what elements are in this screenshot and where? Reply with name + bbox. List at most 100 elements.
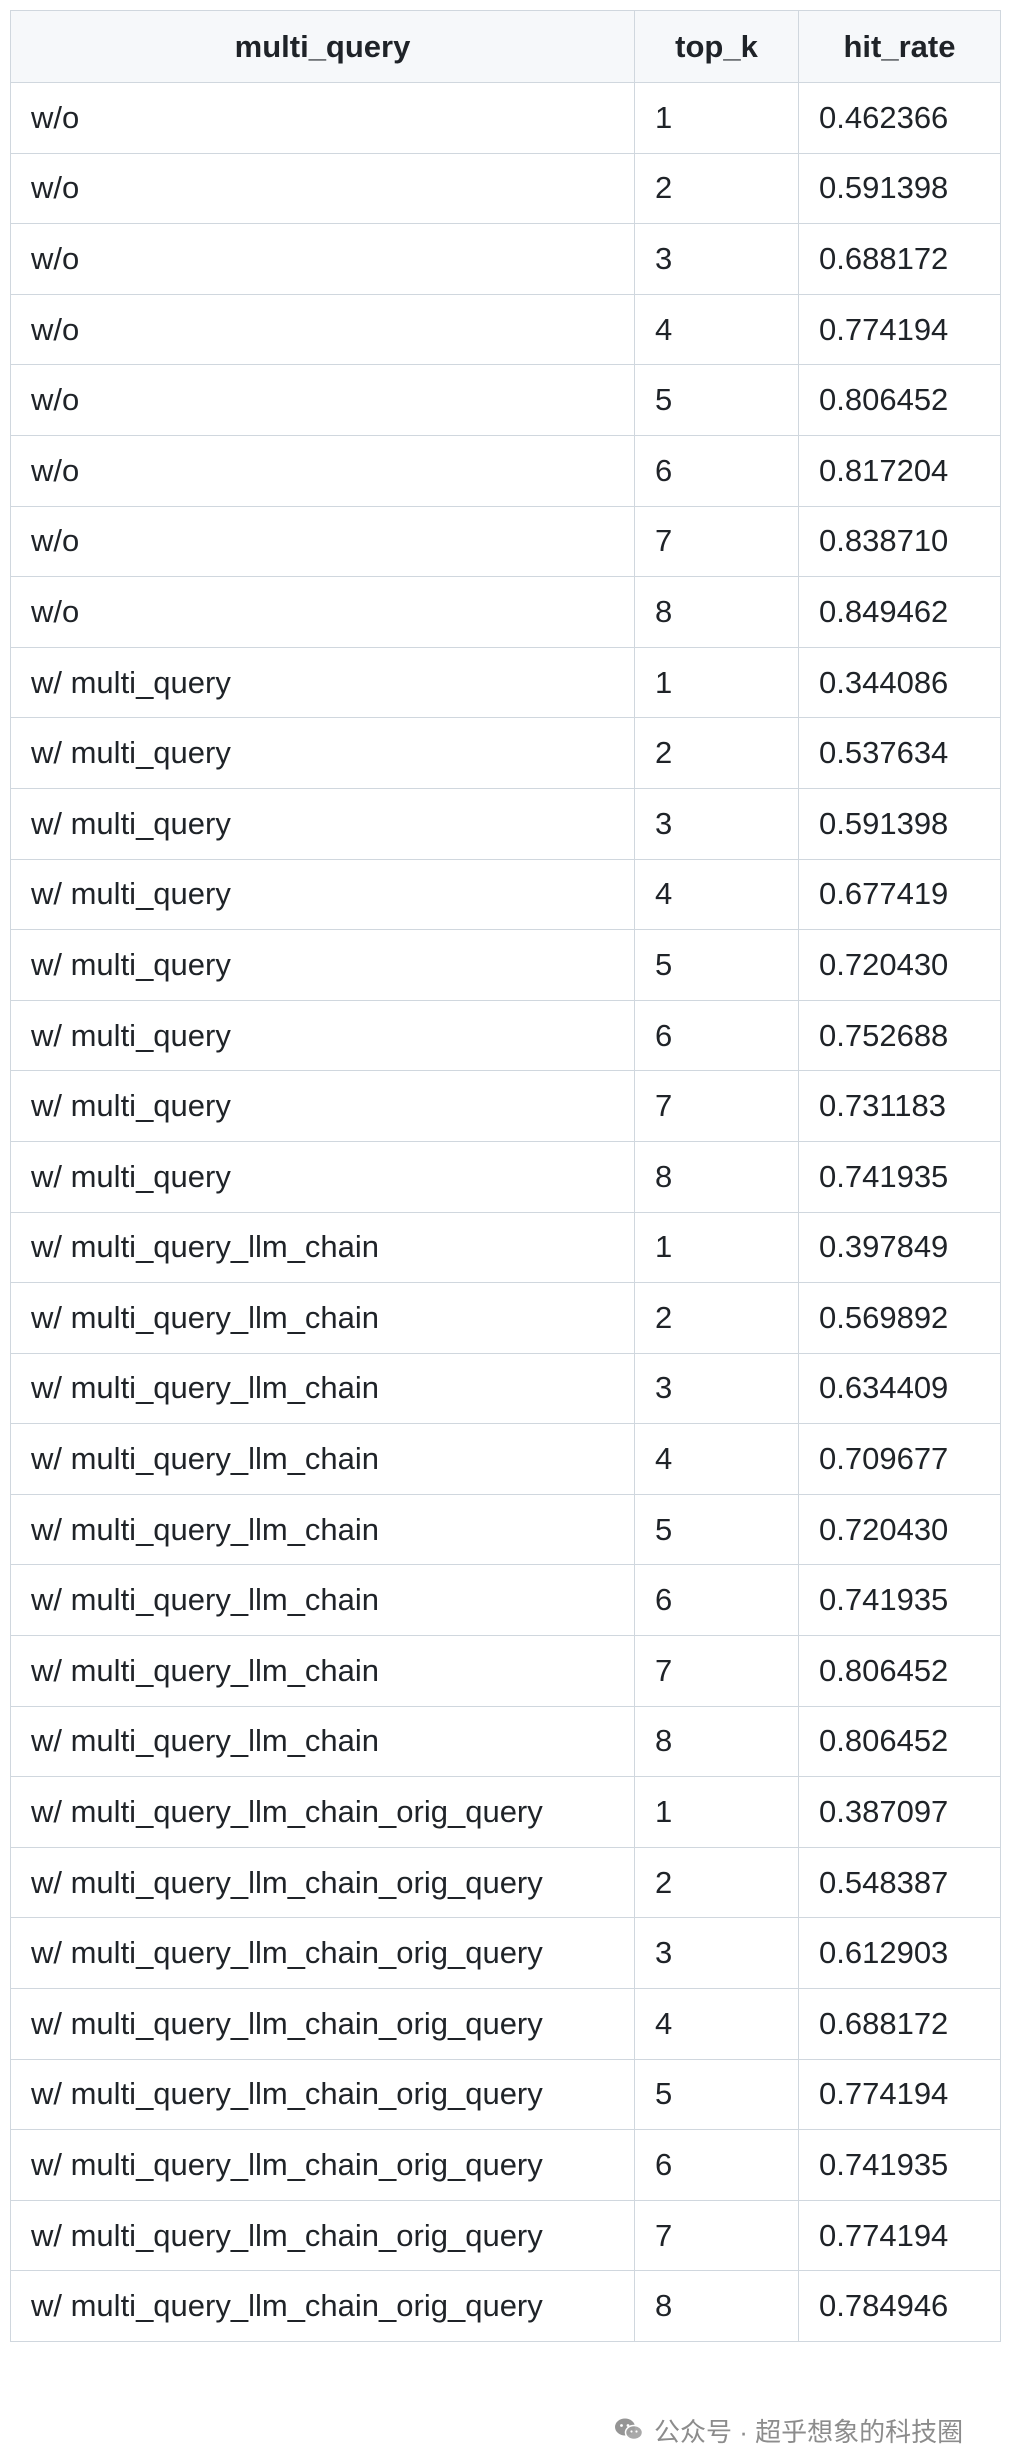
watermark-text: 公众号 · 超乎想象的科技圈 (654, 2416, 964, 2447)
cell-multi-query: w/ multi_query (10, 1070, 635, 1142)
table-row: w/ multi_query_llm_chain_orig_query 3 0.61… (10, 1917, 1001, 1990)
cell-hit-rate: 0.720430 (798, 1493, 1001, 1566)
cell-hit-rate: 0.591398 (798, 152, 1001, 225)
cell-top-k: 8 (634, 1705, 799, 1778)
table-row: w/o 7 0.838710 (10, 505, 1001, 578)
cell-hit-rate: 0.774194 (798, 293, 1001, 366)
cell-top-k: 2 (634, 1846, 799, 1919)
cell-top-k: 7 (634, 1635, 799, 1707)
table-row: w/ multi_query_llm_chain_orig_query 8 0.78… (10, 2270, 1001, 2342)
cell-multi-query: w/ multi_query (10, 717, 635, 789)
cell-hit-rate: 0.591398 (798, 787, 1001, 860)
cell-multi-query: w/ multi_query_llm_chain (10, 1211, 635, 1284)
cell-multi-query: w/ multi_query_llm_chain (10, 1423, 635, 1495)
cell-hit-rate: 0.344086 (798, 646, 1001, 719)
cell-hit-rate: 0.634409 (798, 1352, 1001, 1425)
wechat-icon (615, 2418, 644, 2441)
cell-hit-rate: 0.741935 (798, 1564, 1001, 1637)
cell-top-k: 3 (634, 1917, 799, 1990)
table-body: w/o 1 0.462366 w/o 2 0.591398 w/o 3 0.688172 w/o 4… (10, 82, 1001, 2342)
table-row: w/o 4 0.774194 (10, 293, 1001, 366)
table-row: w/ multi_query_llm_chain 6 0.741935 (10, 1564, 1001, 1637)
cell-multi-query: w/o (10, 152, 635, 225)
cell-hit-rate: 0.397849 (798, 1211, 1001, 1284)
cell-multi-query: w/o (10, 434, 635, 507)
cell-multi-query: w/ multi_query (10, 646, 635, 719)
cell-multi-query: w/ multi_query_llm_chain_orig_query (10, 2199, 635, 2272)
table-row: w/ multi_query 6 0.752688 (10, 999, 1001, 1072)
table-row: w/o 8 0.849462 (10, 576, 1001, 648)
cell-hit-rate: 0.849462 (798, 576, 1001, 648)
cell-multi-query: w/o (10, 82, 635, 154)
cell-hit-rate: 0.774194 (798, 2199, 1001, 2272)
cell-top-k: 3 (634, 223, 799, 295)
column-header-multi-query: multi_query (10, 10, 635, 83)
table-row: w/ multi_query 2 0.537634 (10, 717, 1001, 789)
cell-hit-rate: 0.774194 (798, 2058, 1001, 2131)
cell-hit-rate: 0.752688 (798, 999, 1001, 1072)
table-header: multi_query top_k hit_rate (10, 10, 1001, 83)
table-row: w/ multi_query 1 0.344086 (10, 646, 1001, 719)
cell-multi-query: w/ multi_query_llm_chain_orig_query (10, 1846, 635, 1919)
cell-hit-rate: 0.720430 (798, 929, 1001, 1001)
cell-multi-query: w/o (10, 505, 635, 578)
table-row: w/ multi_query 5 0.720430 (10, 929, 1001, 1001)
cell-top-k: 4 (634, 858, 799, 931)
cell-hit-rate: 0.688172 (798, 1988, 1001, 2060)
table-row: w/o 6 0.817204 (10, 434, 1001, 507)
cell-top-k: 7 (634, 2199, 799, 2272)
cell-multi-query: w/ multi_query_llm_chain_orig_query (10, 2129, 635, 2201)
cell-hit-rate: 0.677419 (798, 858, 1001, 931)
cell-hit-rate: 0.806452 (798, 364, 1001, 436)
cell-top-k: 1 (634, 1776, 799, 1848)
cell-hit-rate: 0.784946 (798, 2270, 1001, 2342)
cell-top-k: 2 (634, 152, 799, 225)
cell-top-k: 3 (634, 1352, 799, 1425)
cell-top-k: 6 (634, 2129, 799, 2201)
table-row: w/ multi_query_llm_chain_orig_query 5 0.77… (10, 2058, 1001, 2131)
cell-hit-rate: 0.806452 (798, 1705, 1001, 1778)
cell-top-k: 6 (634, 434, 799, 507)
cell-top-k: 1 (634, 646, 799, 719)
cell-top-k: 8 (634, 2270, 799, 2342)
cell-top-k: 5 (634, 1493, 799, 1566)
cell-top-k: 3 (634, 787, 799, 860)
cell-hit-rate: 0.838710 (798, 505, 1001, 578)
cell-top-k: 6 (634, 1564, 799, 1637)
table-row: w/ multi_query_llm_chain 4 0.709677 (10, 1423, 1001, 1495)
table-row: w/ multi_query_llm_chain_orig_query 4 0.68… (10, 1988, 1001, 2060)
cell-multi-query: w/ multi_query_llm_chain (10, 1705, 635, 1778)
cell-multi-query: w/ multi_query (10, 999, 635, 1072)
cell-top-k: 5 (634, 2058, 799, 2131)
cell-top-k: 7 (634, 1070, 799, 1142)
cell-hit-rate: 0.548387 (798, 1846, 1001, 1919)
cell-hit-rate: 0.688172 (798, 223, 1001, 295)
cell-top-k: 1 (634, 82, 799, 154)
table-row: w/ multi_query_llm_chain_orig_query 6 0.74… (10, 2129, 1001, 2201)
column-header-top-k: top_k (634, 10, 799, 83)
cell-hit-rate: 0.806452 (798, 1635, 1001, 1707)
cell-hit-rate: 0.569892 (798, 1282, 1001, 1354)
cell-multi-query: w/ multi_query_llm_chain_orig_query (10, 1776, 635, 1848)
cell-multi-query: w/o (10, 364, 635, 436)
cell-multi-query: w/ multi_query_llm_chain (10, 1352, 635, 1425)
table-row: w/ multi_query 4 0.677419 (10, 858, 1001, 931)
cell-hit-rate: 0.817204 (798, 434, 1001, 507)
cell-multi-query: w/o (10, 223, 635, 295)
cell-hit-rate: 0.709677 (798, 1423, 1001, 1495)
table-row: w/ multi_query_llm_chain 3 0.634409 (10, 1352, 1001, 1425)
cell-top-k: 5 (634, 364, 799, 436)
cell-top-k: 4 (634, 293, 799, 366)
table-row: w/ multi_query 8 0.741935 (10, 1140, 1001, 1213)
cell-top-k: 7 (634, 505, 799, 578)
table-row: w/ multi_query_llm_chain_orig_query 7 0.77… (10, 2199, 1001, 2272)
table-row: w/o 2 0.591398 (10, 152, 1001, 225)
watermark: 公众号 · 超乎想象的科技圈 (602, 2408, 976, 2452)
cell-top-k: 8 (634, 1140, 799, 1213)
cell-multi-query: w/ multi_query_llm_chain_orig_query (10, 2270, 635, 2342)
table-row: w/ multi_query 3 0.591398 (10, 787, 1001, 860)
cell-multi-query: w/ multi_query (10, 787, 635, 860)
cell-top-k: 2 (634, 1282, 799, 1354)
results-table: multi_query top_k hit_rate w/o 1 0.462366 w… (10, 10, 1001, 2342)
cell-multi-query: w/ multi_query_llm_chain_orig_query (10, 2058, 635, 2131)
